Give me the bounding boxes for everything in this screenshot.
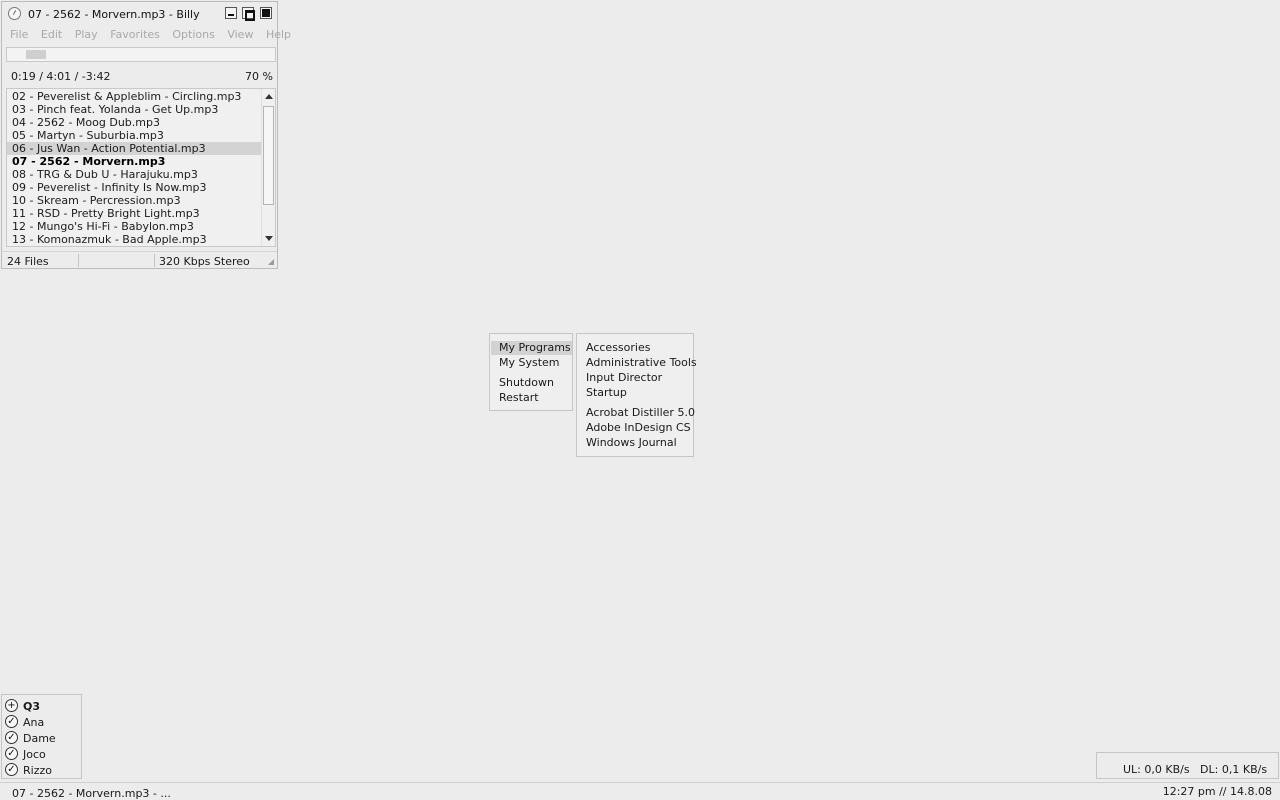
menu-view[interactable]: View bbox=[227, 28, 253, 41]
clock: 12:27 pm // 14.8.08 bbox=[1162, 785, 1272, 798]
buddy-name: Ana bbox=[23, 716, 45, 729]
menu-favorites[interactable]: Favorites bbox=[110, 28, 160, 41]
scroll-thumb[interactable] bbox=[263, 106, 274, 205]
playlist-items: 02 - Peverelist & Appleblim - Circling.m… bbox=[7, 90, 261, 246]
scroll-down-arrow-icon[interactable] bbox=[265, 236, 273, 241]
menu-file[interactable]: File bbox=[10, 28, 28, 41]
online-check-icon: ✓ bbox=[5, 763, 18, 776]
player-titlebar[interactable]: 07 - 2562 - Morvern.mp3 - Billy bbox=[2, 2, 277, 24]
playlist-item[interactable]: 12 - Mungo's Hi-Fi - Babylon.mp3 bbox=[7, 220, 261, 233]
time-row: 0:19 / 4:01 / -3:42 70 % bbox=[11, 70, 273, 83]
menu-item-shutdown[interactable]: Shutdown bbox=[499, 376, 554, 390]
menu-options[interactable]: Options bbox=[172, 28, 214, 41]
player-status-bar: 24 Files 320 Kbps Stereo bbox=[2, 251, 277, 268]
player-window: 07 - 2562 - Morvern.mp3 - Billy File Edi… bbox=[1, 1, 291, 269]
buddy-list: + Q3 ✓ Ana ✓ Dame ✓ Joco ✓ Rizzo bbox=[1, 694, 82, 779]
maximize-button[interactable] bbox=[242, 7, 255, 21]
playlist-item[interactable]: 04 - 2562 - Moog Dub.mp3 bbox=[7, 116, 261, 129]
seek-bar[interactable] bbox=[6, 47, 276, 62]
scroll-up-arrow-icon[interactable] bbox=[265, 94, 273, 99]
file-count: 24 Files bbox=[7, 255, 49, 268]
menu-item-accessories[interactable]: Accessories bbox=[586, 341, 650, 355]
launcher-main-menu: My Programs My System Shutdown Restart bbox=[489, 333, 573, 411]
status-divider bbox=[154, 254, 155, 267]
buddy-name: Dame bbox=[23, 732, 56, 745]
playlist-item[interactable]: 05 - Martyn - Suburbia.mp3 bbox=[7, 129, 261, 142]
transfer-rate-box: UL: 0,0 KB/s DL: 0,1 KB/s bbox=[1096, 752, 1279, 779]
close-button[interactable] bbox=[260, 7, 272, 19]
playlist-item[interactable]: 06 - Jus Wan - Action Potential.mp3 bbox=[7, 142, 261, 155]
online-check-icon: ✓ bbox=[5, 747, 18, 760]
minimize-button[interactable] bbox=[225, 7, 237, 19]
playlist-item[interactable]: 10 - Skream - Percression.mp3 bbox=[7, 194, 261, 207]
playlist-item[interactable]: 03 - Pinch feat. Yolanda - Get Up.mp3 bbox=[7, 103, 261, 116]
menu-item-my-programs[interactable]: My Programs bbox=[491, 341, 572, 355]
playlist-item[interactable]: 09 - Peverelist - Infinity Is Now.mp3 bbox=[7, 181, 261, 194]
transfer-rate: UL: 0,0 KB/s DL: 0,1 KB/s bbox=[1123, 763, 1268, 776]
volume-display[interactable]: 70 % bbox=[245, 70, 273, 83]
time-display: 0:19 / 4:01 / -3:42 bbox=[11, 70, 111, 83]
menu-play[interactable]: Play bbox=[75, 28, 98, 41]
playlist-item[interactable]: 08 - TRG & Dub U - Harajuku.mp3 bbox=[7, 168, 261, 181]
window-title: 07 - 2562 - Morvern.mp3 - Billy bbox=[28, 8, 200, 21]
menu-item-acrobat-distiller[interactable]: Acrobat Distiller 5.0 bbox=[586, 406, 695, 420]
playlist-item[interactable]: 13 - Komonazmuk - Bad Apple.mp3 bbox=[7, 233, 261, 246]
menu-item-input-director[interactable]: Input Director bbox=[586, 371, 662, 385]
expand-plus-icon[interactable]: + bbox=[5, 699, 18, 712]
buddy-group-name: Q3 bbox=[23, 700, 41, 713]
menu-item-administrative-tools[interactable]: Administrative Tools bbox=[586, 356, 697, 370]
playlist-item[interactable]: 02 - Peverelist & Appleblim - Circling.m… bbox=[7, 90, 261, 103]
taskbar: 07 - 2562 - Morvern.mp3 - ... 12:27 pm /… bbox=[0, 782, 1280, 800]
status-divider bbox=[78, 254, 79, 267]
resize-grip-icon[interactable] bbox=[268, 259, 274, 265]
buddy-name: Joco bbox=[23, 748, 46, 761]
launcher-programs-submenu: Accessories Administrative Tools Input D… bbox=[576, 333, 697, 457]
menu-item-windows-journal[interactable]: Windows Journal bbox=[586, 436, 677, 450]
playlist-scrollbar[interactable] bbox=[261, 89, 275, 246]
playlist-item[interactable]: 07 - 2562 - Morvern.mp3 bbox=[7, 155, 261, 168]
player-app-icon[interactable] bbox=[8, 7, 21, 20]
menu-item-adobe-indesign[interactable]: Adobe InDesign CS bbox=[586, 421, 691, 435]
menu-item-startup[interactable]: Startup bbox=[586, 386, 627, 400]
playlist[interactable]: 02 - Peverelist & Appleblim - Circling.m… bbox=[6, 88, 276, 247]
menu-help[interactable]: Help bbox=[266, 28, 291, 41]
buddy-name: Rizzo bbox=[23, 764, 52, 777]
taskbar-window-title[interactable]: 07 - 2562 - Morvern.mp3 - ... bbox=[12, 787, 171, 800]
seek-thumb[interactable] bbox=[26, 50, 46, 59]
bitrate-info: 320 Kbps Stereo bbox=[159, 255, 250, 268]
playlist-item[interactable]: 11 - RSD - Pretty Bright Light.mp3 bbox=[7, 207, 261, 220]
online-check-icon: ✓ bbox=[5, 731, 18, 744]
menu-bar: File Edit Play Favorites Options View He… bbox=[10, 28, 300, 42]
menu-item-my-system[interactable]: My System bbox=[499, 356, 560, 370]
online-check-icon: ✓ bbox=[5, 715, 18, 728]
menu-edit[interactable]: Edit bbox=[41, 28, 62, 41]
menu-item-restart[interactable]: Restart bbox=[499, 391, 539, 405]
